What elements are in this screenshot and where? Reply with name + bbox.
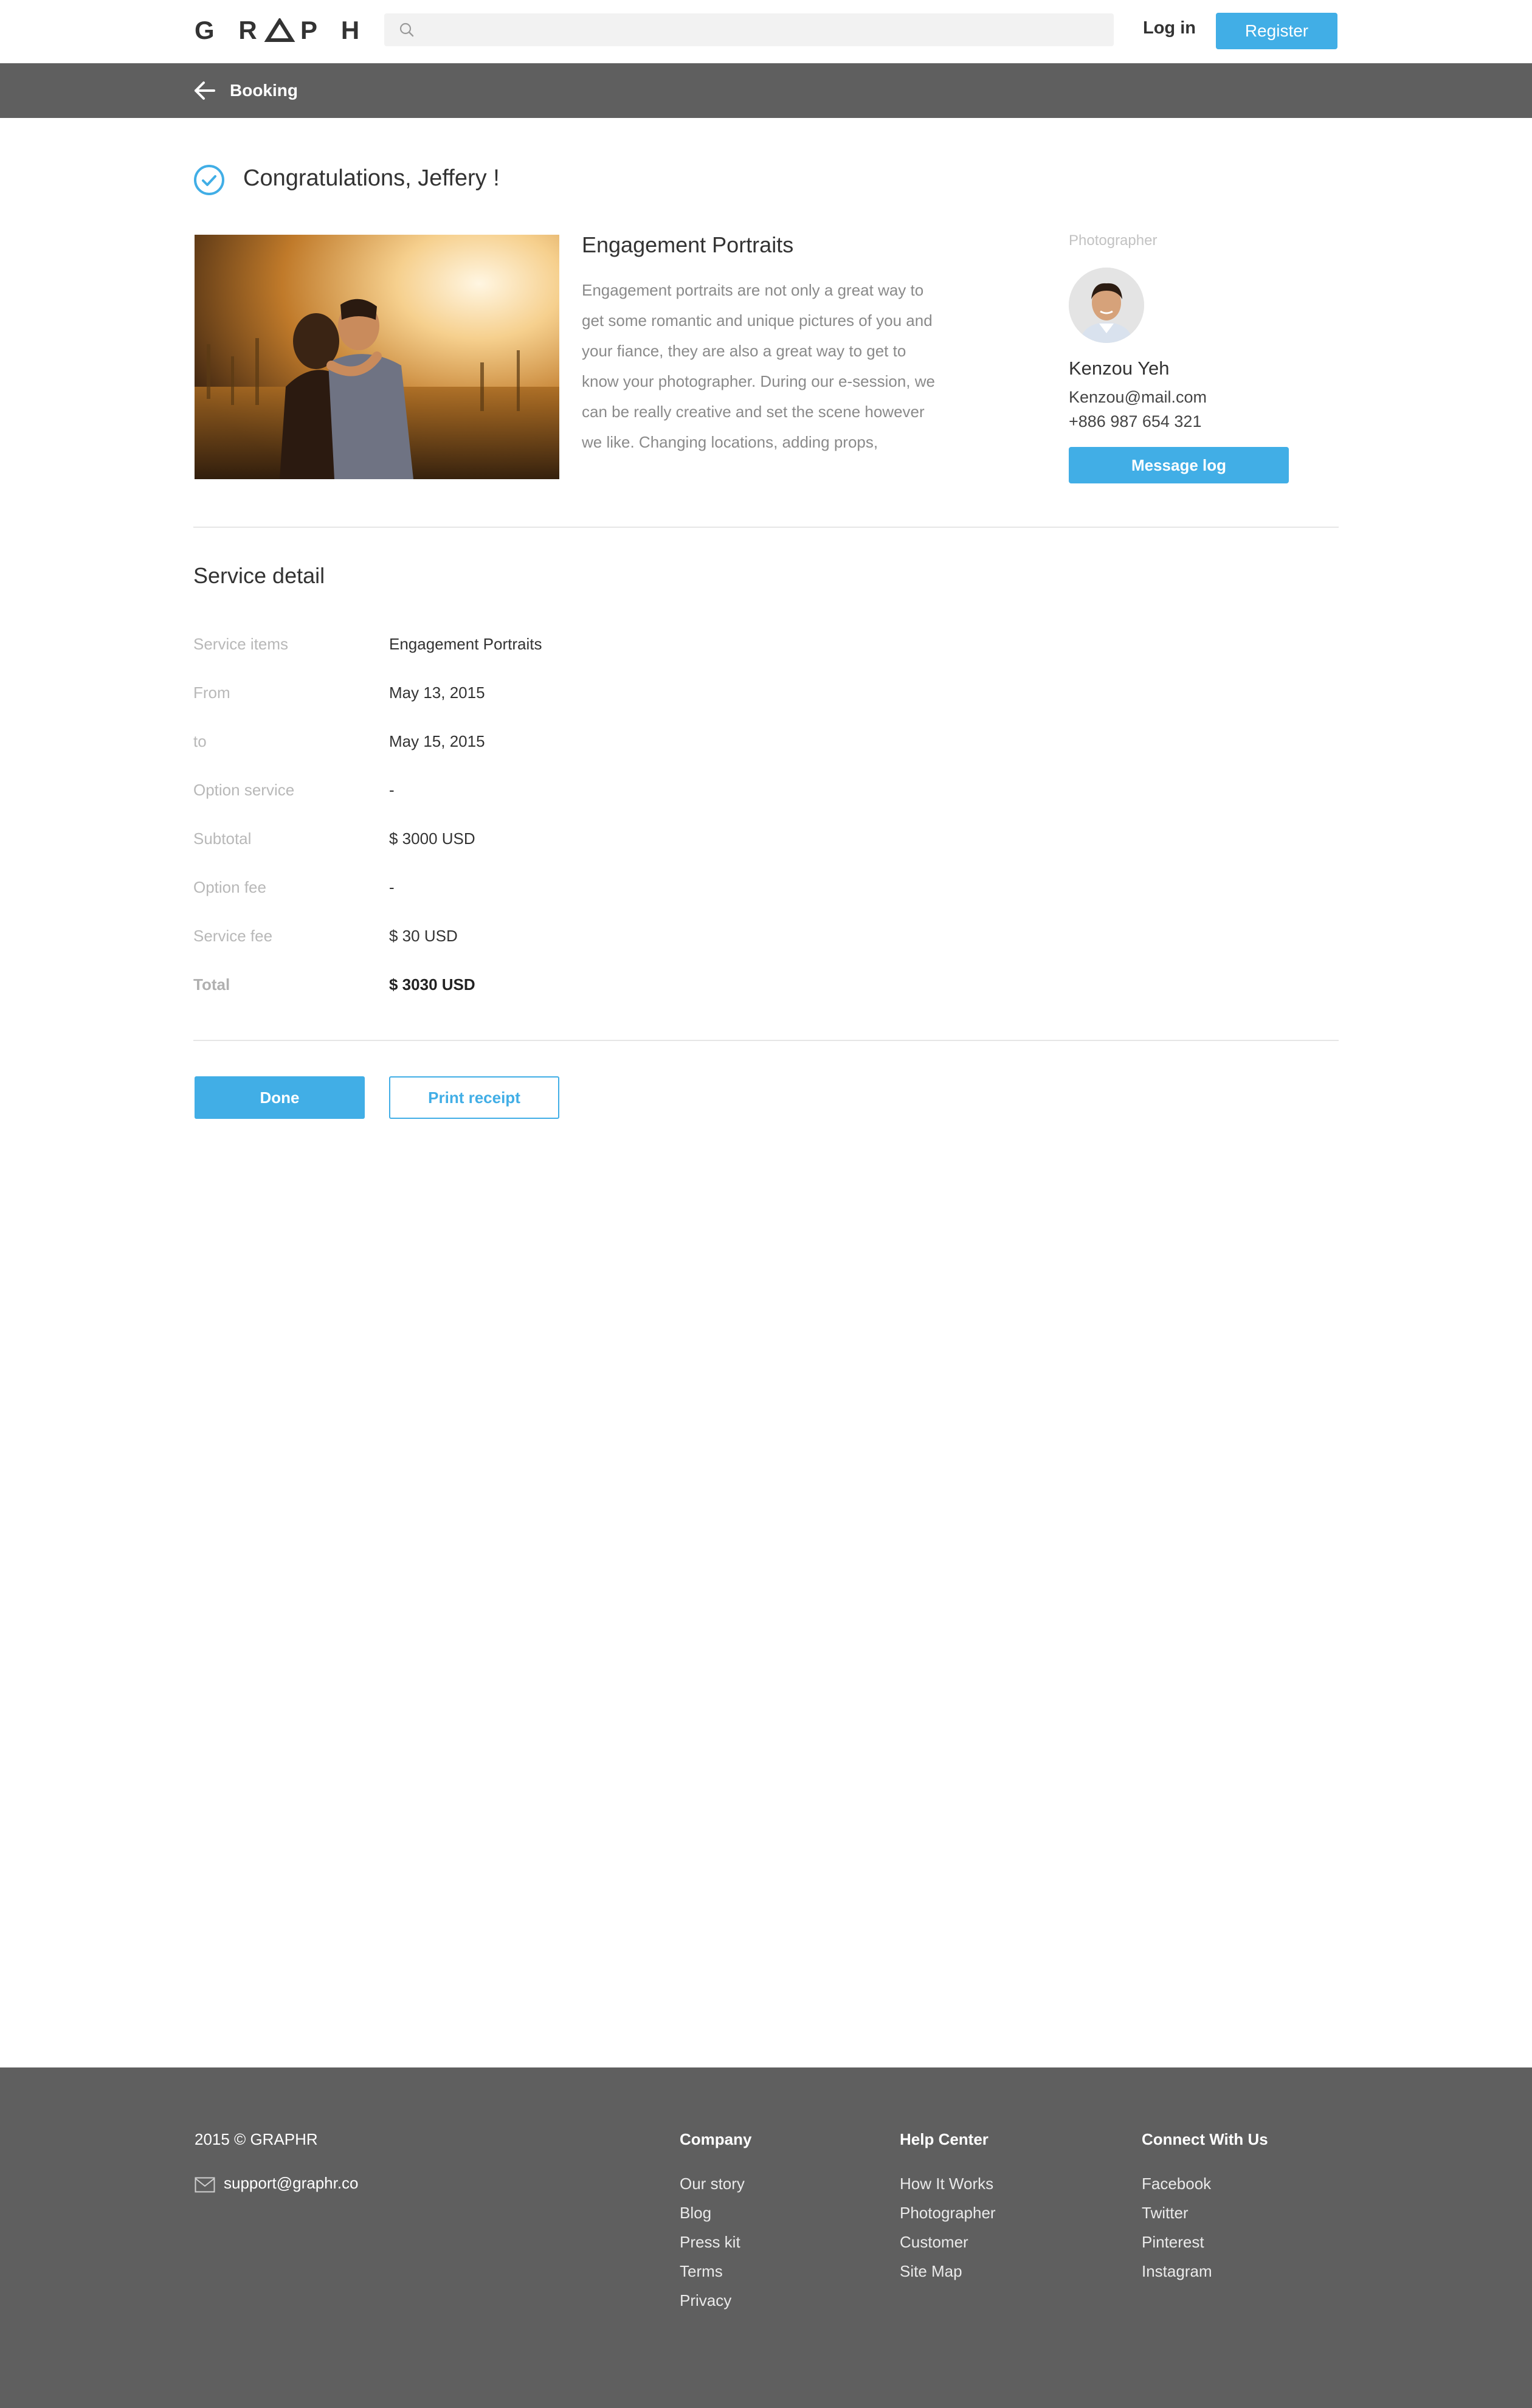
footer-link[interactable]: Facebook bbox=[1142, 2174, 1268, 2203]
footer-link[interactable]: Instagram bbox=[1142, 2261, 1268, 2291]
detail-value: $ 30 USD bbox=[389, 927, 458, 945]
footer-link[interactable]: Twitter bbox=[1142, 2203, 1268, 2232]
avatar[interactable] bbox=[1069, 268, 1144, 343]
detail-value: $ 3000 USD bbox=[389, 829, 475, 848]
footer-link[interactable]: Customer bbox=[900, 2232, 996, 2261]
section-divider bbox=[193, 527, 1339, 528]
footer-link[interactable]: Pinterest bbox=[1142, 2232, 1268, 2261]
photographer-phone: +886 987 654 321 bbox=[1069, 412, 1202, 431]
photographer-name: Kenzou Yeh bbox=[1069, 358, 1170, 379]
service-detail-title: Service detail bbox=[193, 563, 325, 588]
footer-column-help-center: Help Center How It Works Photographer Cu… bbox=[900, 2130, 996, 2291]
footer-link[interactable]: Photographer bbox=[900, 2203, 996, 2232]
detail-label: From bbox=[193, 683, 230, 702]
detail-value: - bbox=[389, 878, 395, 896]
detail-label: Service fee bbox=[193, 927, 273, 945]
svg-text:P H R: P H R bbox=[300, 18, 371, 43]
service-description: Engagement portraits are not only a grea… bbox=[582, 281, 935, 451]
detail-label: Total bbox=[193, 975, 230, 994]
graphr-logo[interactable]: G R P H R bbox=[195, 15, 371, 46]
footer: 2015 © GRAPHR support@graphr.co Company … bbox=[0, 2067, 1532, 2408]
detail-row: Option fee - bbox=[193, 878, 923, 902]
register-button[interactable]: Register bbox=[1216, 13, 1337, 49]
print-receipt-button[interactable]: Print receipt bbox=[389, 1076, 559, 1119]
photographer-label: Photographer bbox=[1069, 232, 1158, 249]
footer-link[interactable]: Site Map bbox=[900, 2261, 996, 2291]
detail-row: to May 15, 2015 bbox=[193, 732, 923, 756]
search-input[interactable] bbox=[384, 13, 1114, 46]
detail-value: May 13, 2015 bbox=[389, 683, 485, 702]
search-icon bbox=[399, 22, 414, 37]
detail-value: - bbox=[389, 781, 395, 799]
detail-row: Service items Engagement Portraits bbox=[193, 635, 923, 659]
done-button[interactable]: Done bbox=[195, 1076, 365, 1119]
footer-column-connect: Connect With Us Facebook Twitter Pintere… bbox=[1142, 2130, 1268, 2291]
footer-link[interactable]: Blog bbox=[680, 2203, 751, 2232]
detail-label: Service items bbox=[193, 635, 289, 653]
top-header: G R P H R Log in Register bbox=[0, 0, 1532, 63]
detail-label: Option fee bbox=[193, 878, 266, 896]
message-log-button[interactable]: Message log bbox=[1069, 447, 1289, 483]
service-photo bbox=[195, 235, 559, 479]
footer-column-company: Company Our story Blog Press kit Terms P… bbox=[680, 2130, 751, 2320]
photographer-email: Kenzou@mail.com bbox=[1069, 388, 1207, 406]
booking-bar: Booking bbox=[0, 63, 1532, 118]
footer-link[interactable]: How It Works bbox=[900, 2174, 996, 2203]
detail-row: Service fee $ 30 USD bbox=[193, 927, 923, 951]
footer-link[interactable]: Terms bbox=[680, 2261, 751, 2291]
section-divider bbox=[193, 1040, 1339, 1041]
detail-value: $ 3030 USD bbox=[389, 975, 475, 994]
couple-photo-image bbox=[195, 235, 559, 479]
footer-column-title: Help Center bbox=[900, 2130, 989, 2148]
footer-column-title: Company bbox=[680, 2130, 752, 2148]
footer-link[interactable]: Our story bbox=[680, 2174, 751, 2203]
detail-row-total: Total $ 3030 USD bbox=[193, 975, 923, 1000]
check-circle-icon bbox=[194, 165, 224, 195]
congrats-message: Congratulations, Jeffery ! bbox=[243, 165, 500, 191]
arrow-left-icon[interactable] bbox=[193, 80, 215, 101]
footer-column-title: Connect With Us bbox=[1142, 2130, 1268, 2148]
detail-row: From May 13, 2015 bbox=[193, 683, 923, 708]
detail-row: Option service - bbox=[193, 781, 923, 805]
login-button[interactable]: Log in bbox=[1143, 18, 1196, 38]
booking-title: Booking bbox=[230, 81, 298, 100]
detail-label: Subtotal bbox=[193, 829, 252, 848]
copyright: 2015 © GRAPHR bbox=[195, 2130, 318, 2148]
support-email-link[interactable]: support@graphr.co bbox=[224, 2174, 359, 2193]
svg-text:G R: G R bbox=[195, 18, 266, 43]
detail-label: Option service bbox=[193, 781, 295, 799]
mail-icon bbox=[195, 2177, 215, 2193]
detail-value: May 15, 2015 bbox=[389, 732, 485, 750]
logo-wordmark: G R P H R bbox=[195, 18, 371, 43]
detail-label: to bbox=[193, 732, 207, 750]
footer-link[interactable]: Press kit bbox=[680, 2232, 751, 2261]
detail-row: Subtotal $ 3000 USD bbox=[193, 829, 923, 854]
detail-value: Engagement Portraits bbox=[389, 635, 542, 653]
photographer-avatar-image bbox=[1069, 268, 1144, 343]
footer-link[interactable]: Privacy bbox=[680, 2291, 751, 2320]
service-title: Engagement Portraits bbox=[582, 232, 794, 257]
